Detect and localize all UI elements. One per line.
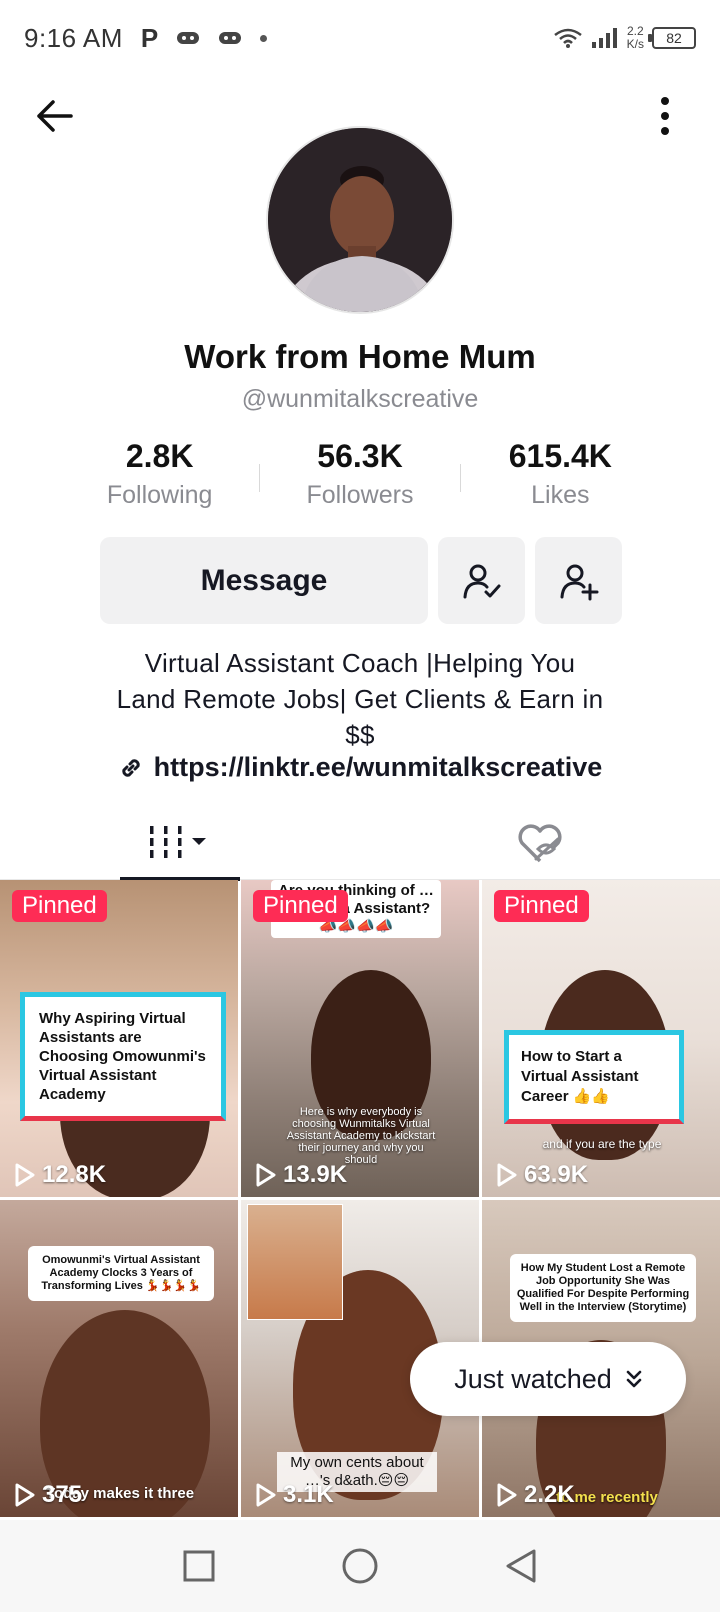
view-count-value: 13.9K xyxy=(283,1161,348,1188)
status-bar: 9:16 AM P 2.2 K/s 82 xyxy=(0,0,720,76)
speed-unit: K/s xyxy=(626,37,644,51)
battery-icon: 82 xyxy=(648,27,696,49)
bio-line: Virtual Assistant Coach |Helping You xyxy=(144,648,576,678)
just-watched-label: Just watched xyxy=(454,1363,612,1394)
bio-line: Land Remote Jobs| Get Clients & Earn in xyxy=(116,684,604,714)
home-button-icon[interactable] xyxy=(341,1547,379,1585)
vertical-dots-icon xyxy=(661,97,669,135)
video-caption: Omowunmi's Virtual Assistant Academy Clo… xyxy=(28,1246,214,1301)
back-nav-button-icon[interactable] xyxy=(504,1548,538,1584)
wifi-icon xyxy=(553,28,582,48)
stat-value: 615.4K xyxy=(508,438,612,474)
gamepad-icon xyxy=(219,32,242,44)
profile-stats: 2.8K Following 56.3K Followers 615.4K Li… xyxy=(60,438,660,518)
tab-liked[interactable] xyxy=(480,808,600,880)
user-check-icon xyxy=(463,564,500,598)
grid-bars-icon xyxy=(150,826,206,858)
view-count: 63.9K xyxy=(496,1161,588,1189)
play-icon xyxy=(256,1163,276,1187)
signal-icon xyxy=(591,28,617,48)
profile-actions: Message xyxy=(100,537,622,624)
double-chevron-down-icon xyxy=(626,1370,642,1388)
following-status-button[interactable] xyxy=(438,537,525,624)
pinned-badge: Pinned xyxy=(12,890,107,922)
add-friend-button[interactable] xyxy=(535,537,622,624)
gamepad-icon xyxy=(177,32,200,44)
video-caption: How to Start a Virtual Assistant Career … xyxy=(504,1030,684,1124)
stat-likes[interactable]: 615.4K Likes xyxy=(461,438,660,510)
bio-link[interactable]: https://linktr.ee/wunmitalkscreative xyxy=(0,752,720,783)
message-button[interactable]: Message xyxy=(100,537,428,624)
avatar-photo xyxy=(268,128,452,312)
arrow-left-icon xyxy=(37,100,73,132)
parking-app-icon: P xyxy=(140,22,159,53)
video-thumbnail[interactable]: Why Aspiring Virtual Assistants are Choo… xyxy=(0,880,238,1197)
video-caption: How My Student Lost a Remote Job Opportu… xyxy=(510,1254,696,1322)
network-speed: 2.2 K/s xyxy=(627,25,644,51)
stat-following[interactable]: 2.8K Following xyxy=(60,438,259,510)
view-count: 2.2K xyxy=(496,1481,575,1509)
user-plus-icon xyxy=(560,564,598,600)
video-subtitle: and if you are the type xyxy=(542,1137,662,1151)
view-count-value: 63.9K xyxy=(524,1161,589,1188)
heart-hidden-icon xyxy=(518,824,562,863)
notification-icons: P xyxy=(140,22,268,54)
stat-label: Following xyxy=(106,481,213,509)
more-options-button[interactable] xyxy=(650,92,680,140)
system-navigation-bar xyxy=(0,1520,720,1612)
status-indicators: 2.2 K/s 82 xyxy=(553,25,696,51)
stat-value: 56.3K xyxy=(317,438,403,474)
view-count: 13.9K xyxy=(255,1161,347,1189)
video-grid: Why Aspiring Virtual Assistants are Choo… xyxy=(0,880,720,1517)
play-icon xyxy=(15,1163,35,1187)
tab-videos[interactable] xyxy=(120,808,240,881)
stat-value: 2.8K xyxy=(125,438,194,474)
view-count-value: 12.8K xyxy=(42,1161,107,1188)
stat-label: Likes xyxy=(531,481,590,509)
play-icon xyxy=(15,1483,35,1507)
video-thumbnail[interactable]: Are you thinking of … g a Virtua Assista… xyxy=(241,880,479,1197)
stat-label: Followers xyxy=(306,481,414,509)
video-inset xyxy=(247,1204,343,1320)
pinned-badge: Pinned xyxy=(253,890,348,922)
view-count: 3.1K xyxy=(255,1481,334,1509)
play-icon xyxy=(497,1483,517,1507)
username-handle: @wunmitalkscreative xyxy=(241,385,479,413)
video-thumbnail[interactable]: Omowunmi's Virtual Assistant Academy Clo… xyxy=(0,1200,238,1517)
profile-bio: Virtual Assistant Coach |Helping You Lan… xyxy=(40,645,680,753)
view-count-value: 2.2K xyxy=(524,1481,575,1508)
play-icon xyxy=(497,1163,517,1187)
pinned-badge: Pinned xyxy=(494,890,589,922)
status-time: 9:16 AM xyxy=(24,22,123,53)
stat-followers[interactable]: 56.3K Followers xyxy=(260,438,459,510)
display-name: Work from Home Mum xyxy=(184,338,536,375)
battery-level: 82 xyxy=(666,30,682,46)
link-icon xyxy=(122,758,140,777)
play-icon xyxy=(256,1483,276,1507)
profile-tabs xyxy=(0,808,720,881)
more-notifications-dot-icon xyxy=(260,34,268,42)
view-count: 12.8K xyxy=(14,1161,106,1189)
bio-line: $$ xyxy=(345,720,375,750)
view-count-value: 375 xyxy=(42,1481,83,1508)
video-thumbnail[interactable]: How to Start a Virtual Assistant Career … xyxy=(482,880,720,1197)
profile-avatar[interactable] xyxy=(266,126,454,314)
video-subtitle: Here is why everybody is choosing Wunmit… xyxy=(286,1106,436,1166)
view-count: 375 xyxy=(14,1481,82,1509)
bio-link-text: https://linktr.ee/wunmitalkscreative xyxy=(153,752,603,782)
back-button[interactable] xyxy=(30,92,78,140)
view-count-value: 3.1K xyxy=(283,1481,334,1508)
just-watched-button[interactable]: Just watched xyxy=(410,1342,686,1416)
video-caption: Why Aspiring Virtual Assistants are Choo… xyxy=(20,992,226,1121)
recents-button-icon[interactable] xyxy=(182,1549,216,1583)
